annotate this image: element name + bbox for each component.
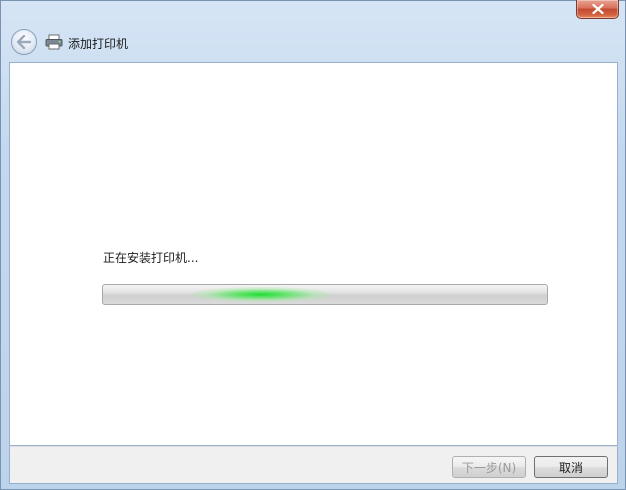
wizard-content: 正在安装打印机... bbox=[9, 62, 618, 446]
progress-marquee-glow bbox=[191, 287, 331, 302]
install-status-text: 正在安装打印机... bbox=[103, 251, 199, 265]
add-printer-window: 添加打印机 正在安装打印机... 下一步(N) 取消 bbox=[0, 0, 626, 490]
window-title: 添加打印机 bbox=[68, 37, 129, 51]
close-icon bbox=[591, 4, 604, 14]
back-arrow-icon bbox=[16, 35, 32, 49]
back-button[interactable] bbox=[11, 29, 37, 55]
next-button[interactable]: 下一步(N) bbox=[452, 456, 526, 478]
cancel-button[interactable]: 取消 bbox=[534, 456, 608, 478]
install-progress-bar bbox=[102, 284, 548, 305]
close-button[interactable] bbox=[576, 0, 619, 19]
printer-icon bbox=[45, 34, 63, 50]
wizard-footer: 下一步(N) 取消 bbox=[9, 446, 618, 484]
